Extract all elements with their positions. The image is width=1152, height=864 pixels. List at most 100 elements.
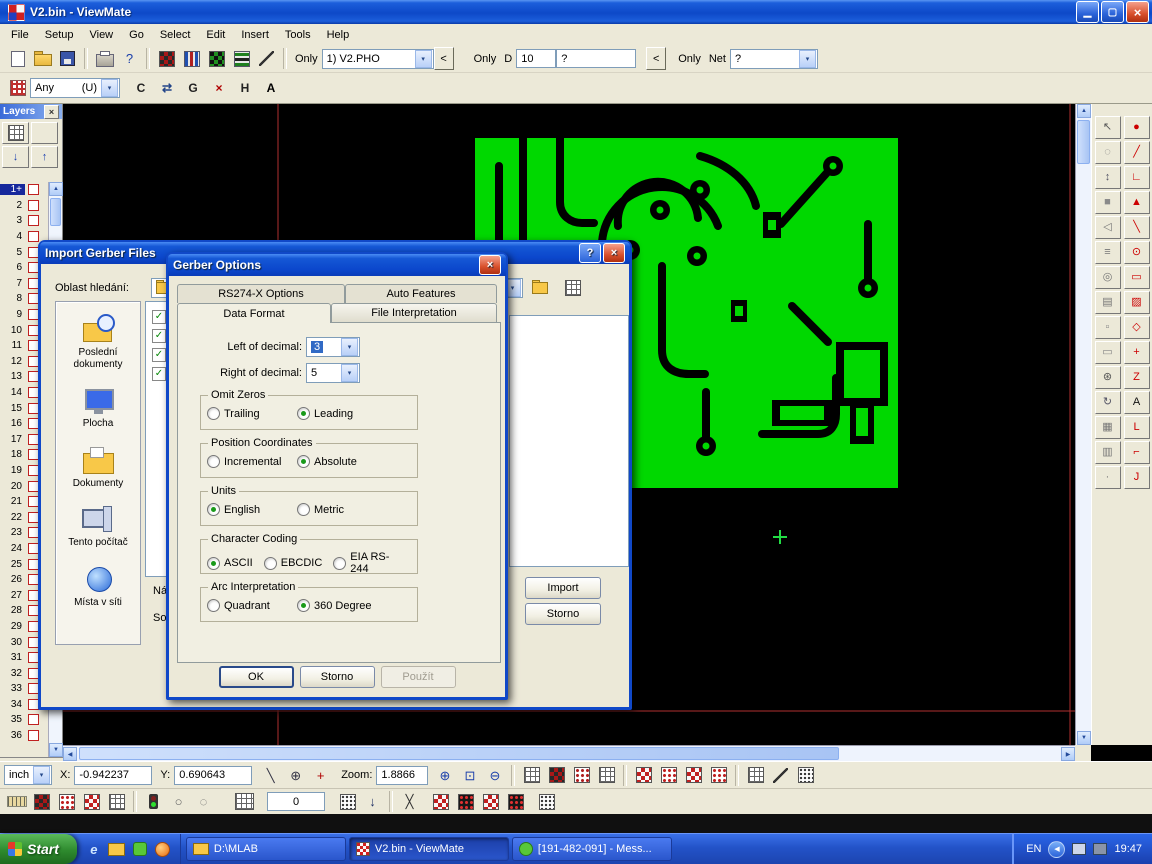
radio-eia-rs-244[interactable]: EIA RS-244 (333, 551, 406, 575)
layers-scroll-down-icon[interactable]: ▼ (49, 743, 63, 757)
dropdown-arrow-icon[interactable]: ▾ (101, 79, 118, 97)
gerber-aperture-button[interactable]: G (180, 76, 206, 101)
ok-button[interactable]: OK (219, 666, 294, 688)
hide-icons-button[interactable]: ◀ (1048, 841, 1065, 858)
tab-file-interpretation[interactable]: File Interpretation (331, 303, 497, 322)
ie-quicklaunch-icon[interactable]: e (85, 840, 103, 858)
flash-tool-icon[interactable]: ● (1124, 116, 1150, 139)
zoom-out-icon[interactable]: ⊖ (482, 763, 507, 788)
dropdown-arrow-icon[interactable]: ▾ (341, 364, 358, 382)
layer-row-3[interactable]: 3 (0, 213, 49, 229)
import-cancel-button[interactable]: Storno (525, 603, 601, 625)
radio-ascii[interactable]: ASCII (207, 557, 253, 570)
clock[interactable]: 19:47 (1114, 843, 1142, 855)
red-pattern-2-icon[interactable] (453, 789, 478, 814)
import-button[interactable]: Import (525, 577, 601, 599)
dcode-info-field[interactable]: ? (556, 49, 636, 68)
mask-a-icon[interactable] (631, 763, 656, 788)
dropdown-arrow-icon[interactable]: ▾ (799, 50, 816, 68)
highlight-aperture-button[interactable]: H (232, 76, 258, 101)
dot-tool-icon[interactable]: · (1095, 466, 1121, 489)
radio-absolute[interactable]: Absolute (297, 455, 387, 468)
place-down-icon[interactable]: ↓ (360, 789, 385, 814)
new-file-icon[interactable] (5, 46, 30, 71)
scroll-up-icon[interactable]: ▲ (1077, 104, 1091, 118)
layer-table-button[interactable] (2, 122, 29, 144)
menu-item-setup[interactable]: Setup (37, 26, 82, 44)
hatch-pattern-icon[interactable] (79, 789, 104, 814)
fill-tool-icon[interactable]: ■ (1095, 191, 1121, 214)
close-button[interactable]: × (1126, 1, 1149, 23)
menu-item-insert[interactable]: Insert (233, 26, 277, 44)
probe-circle-icon[interactable]: ◌ (191, 789, 216, 814)
mask-b-icon[interactable] (656, 763, 681, 788)
ring-tool-icon[interactable]: ◎ (1095, 266, 1121, 289)
place-m-sta-v-s-ti[interactable]: Místa v síti (56, 564, 140, 609)
layer-options-button[interactable] (31, 122, 58, 144)
layer-color-swatch[interactable] (28, 714, 39, 725)
scroll-left-icon[interactable]: ◀ (63, 747, 77, 761)
layer-color-swatch[interactable] (28, 215, 39, 226)
overlay-grid-icon[interactable] (743, 763, 768, 788)
radio-trailing[interactable]: Trailing (207, 407, 297, 420)
layer-color-swatch[interactable] (28, 730, 39, 741)
measure-mode-icon[interactable] (254, 46, 279, 71)
pad-dots-icon[interactable] (569, 763, 594, 788)
checked-checkbox-icon[interactable]: ✓ (152, 348, 166, 362)
up-folder-icon[interactable] (529, 275, 554, 300)
small-rect-tool-icon[interactable]: ▫ (1095, 316, 1121, 339)
layer-move-up-button[interactable]: ↑ (31, 146, 58, 168)
layer-select-combo[interactable]: 1) V2.PHO▾ (322, 49, 434, 69)
aperture-grid-icon[interactable] (5, 76, 30, 101)
place-plocha[interactable]: Plocha (56, 385, 140, 430)
fill-pattern-icon[interactable] (29, 789, 54, 814)
cross-tool-icon[interactable]: + (1124, 341, 1150, 364)
checked-checkbox-icon[interactable]: ✓ (152, 367, 166, 381)
status-light-icon[interactable] (141, 789, 166, 814)
dcode-number-field[interactable]: 10 (516, 49, 556, 68)
layers-panel-titlebar[interactable]: Layers × (0, 104, 62, 119)
mask-d-icon[interactable] (706, 763, 731, 788)
layer-color-swatch[interactable] (28, 231, 39, 242)
origin-target-icon[interactable]: ⊕ (283, 763, 308, 788)
layer-move-down-button[interactable]: ↓ (2, 146, 29, 168)
tab-rs274-x-options[interactable]: RS274-X Options (177, 284, 345, 303)
hook-tool-icon[interactable]: J (1124, 466, 1150, 489)
hatch-tool-icon[interactable]: ▨ (1124, 291, 1150, 314)
layers-scrollbar-thumb[interactable] (50, 198, 61, 226)
context-help-icon[interactable]: ? (117, 46, 142, 71)
horizontal-scrollbar-thumb[interactable] (79, 747, 839, 760)
taskbar-task-191-482-091-mess[interactable]: [191-482-091] - Mess... (512, 837, 672, 861)
red-pattern-4-icon[interactable] (503, 789, 528, 814)
taskbar-task-v2-bin-viewmate[interactable]: V2.bin - ViewMate (349, 837, 509, 861)
dropdown-arrow-icon[interactable]: ▾ (33, 766, 50, 784)
menu-item-file[interactable]: File (3, 26, 37, 44)
red-pattern-3-icon[interactable] (478, 789, 503, 814)
layer-color-swatch[interactable] (28, 200, 39, 211)
layer-color-swatch[interactable] (28, 184, 39, 195)
radio-ebcdic[interactable]: EBCDIC (264, 557, 323, 570)
preview-list[interactable] (509, 315, 629, 567)
zigzag-tool-icon[interactable]: Z (1124, 366, 1150, 389)
pattern-pick-icon[interactable] (534, 789, 559, 814)
layers-close-button[interactable]: × (44, 105, 59, 119)
checked-checkbox-icon[interactable]: ✓ (152, 329, 166, 343)
dcode-highlight-icon[interactable] (154, 46, 179, 71)
crosshair-plus-icon[interactable]: + (308, 763, 333, 788)
net-prev-button[interactable]: < (646, 47, 666, 70)
select-tool-icon[interactable]: ↖ (1095, 116, 1121, 139)
zoom-value-field[interactable]: 1.8866 (376, 766, 428, 785)
flash-fill-icon[interactable] (544, 763, 569, 788)
apply-button[interactable]: Použít (381, 666, 456, 688)
import-close-button[interactable]: × (603, 243, 625, 263)
grid-tool-icon[interactable]: ▦ (1095, 416, 1121, 439)
pan-tool-icon[interactable]: ↕ (1095, 166, 1121, 189)
gear-tool-icon[interactable]: ⊛ (1095, 366, 1121, 389)
layer-prev-button[interactable]: < (434, 47, 454, 70)
radio-quadrant[interactable]: Quadrant (207, 599, 297, 612)
dropdown-arrow-icon[interactable]: ▾ (341, 338, 358, 356)
tab-data-format[interactable]: Data Format (177, 303, 331, 323)
dropdown-arrow-icon[interactable]: ▾ (415, 50, 432, 68)
cross-mode-icon[interactable]: ╳ (397, 789, 422, 814)
delete-aperture-button[interactable]: × (206, 76, 232, 101)
